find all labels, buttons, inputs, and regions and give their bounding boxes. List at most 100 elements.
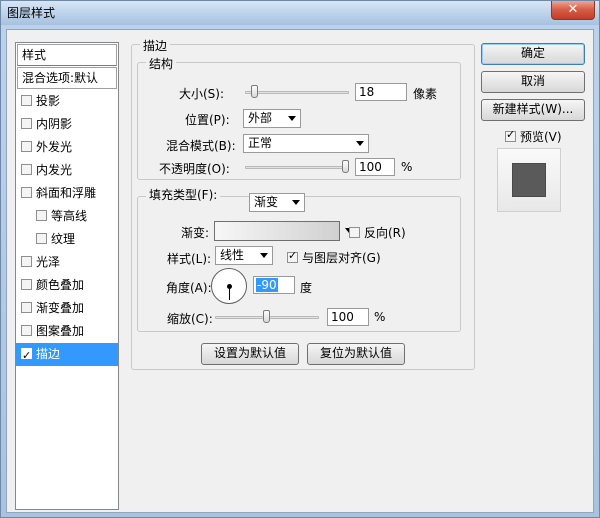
style-item-checkbox[interactable] xyxy=(21,345,32,367)
reverse-checkbox-box[interactable] xyxy=(349,227,360,238)
opacity-slider[interactable] xyxy=(245,166,349,169)
style-item-checkbox[interactable] xyxy=(21,95,32,106)
style-item-checkbox[interactable] xyxy=(21,256,32,267)
size-slider[interactable] xyxy=(245,91,349,94)
scale-input[interactable]: 100 xyxy=(327,308,369,326)
chevron-down-icon xyxy=(356,141,364,146)
angle-label: 角度(A): xyxy=(166,281,212,295)
blend-mode-select[interactable]: 正常 xyxy=(243,134,369,153)
reset-default-button[interactable]: 复位为默认值 xyxy=(307,343,405,365)
style-list-item[interactable]: 图案叠加 xyxy=(16,320,118,343)
close-button[interactable]: ✕ xyxy=(551,1,595,20)
stroke-group-title: 描边 xyxy=(140,37,171,54)
style-item-checkbox[interactable] xyxy=(36,210,47,221)
style-list-item[interactable]: 渐变叠加 xyxy=(16,297,118,320)
title-bar[interactable]: 图层样式 ✕ xyxy=(1,1,599,25)
new-style-button[interactable]: 新建样式(W)... xyxy=(481,99,585,121)
position-value: 外部 xyxy=(248,111,273,125)
style-item-checkbox[interactable] xyxy=(21,164,32,175)
style-item-label: 颜色叠加 xyxy=(36,278,85,292)
style-list-item[interactable]: 内发光 xyxy=(16,159,118,182)
cancel-button[interactable]: 取消 xyxy=(481,71,585,93)
angle-input[interactable]: -90 xyxy=(253,276,295,294)
scale-unit: % xyxy=(374,310,386,324)
close-icon: ✕ xyxy=(567,2,579,17)
style-item-checkbox[interactable] xyxy=(21,279,32,290)
position-label: 位置(P): xyxy=(185,113,230,127)
scale-slider-thumb[interactable] xyxy=(263,310,270,323)
style-item-label: 斜面和浮雕 xyxy=(36,186,97,200)
preview-checkbox[interactable]: 预览(V) xyxy=(505,128,562,145)
blend-mode-value: 正常 xyxy=(248,136,273,150)
scale-label: 缩放(C): xyxy=(167,312,213,326)
style-item-label: 渐变叠加 xyxy=(36,301,85,315)
size-unit: 像素 xyxy=(413,87,438,101)
style-list: 样式 混合选项:默认 投影内阴影外发光内发光斜面和浮雕等高线纹理光泽颜色叠加渐变… xyxy=(15,42,119,510)
style-list-item[interactable]: 内阴影 xyxy=(16,113,118,136)
style-list-header[interactable]: 样式 xyxy=(17,44,117,66)
style-list-item[interactable]: 投影 xyxy=(16,90,118,113)
ok-button[interactable]: 确定 xyxy=(481,43,585,65)
style-item-checkbox[interactable] xyxy=(36,233,47,244)
opacity-slider-thumb[interactable] xyxy=(342,160,349,173)
reverse-label: 反向(R) xyxy=(364,226,406,240)
style-list-item[interactable]: 描边 xyxy=(16,343,118,367)
angle-dial[interactable] xyxy=(211,268,247,304)
opacity-label: 不透明度(O): xyxy=(159,162,230,176)
preview-label: 预览(V) xyxy=(520,130,562,144)
chevron-down-icon xyxy=(260,253,268,258)
size-input[interactable]: 18 xyxy=(355,83,407,101)
angle-unit: 度 xyxy=(300,281,313,295)
style-list-item[interactable]: 纹理 xyxy=(16,228,118,251)
style-item-checkbox[interactable] xyxy=(21,118,32,129)
style-item-checkbox[interactable] xyxy=(21,141,32,152)
style-list-item[interactable]: 等高线 xyxy=(16,205,118,228)
style-item-checkbox[interactable] xyxy=(21,187,32,198)
style-label: 样式(L): xyxy=(167,252,212,266)
align-with-layer-checkbox[interactable]: 与图层对齐(G) xyxy=(287,249,381,266)
style-item-checkbox[interactable] xyxy=(21,302,32,313)
opacity-input[interactable]: 100 xyxy=(355,158,395,176)
size-label: 大小(S): xyxy=(179,87,225,101)
style-item-label: 外发光 xyxy=(36,140,73,154)
style-preview xyxy=(497,148,561,212)
style-item-checkbox[interactable] xyxy=(21,325,32,336)
fill-type-select[interactable]: 渐变 xyxy=(249,193,305,212)
gradient-label: 渐变: xyxy=(181,226,210,240)
position-select[interactable]: 外部 xyxy=(243,109,301,128)
align-checkbox-box[interactable] xyxy=(287,249,298,263)
blend-options-item[interactable]: 混合选项:默认 xyxy=(17,67,117,89)
style-select[interactable]: 线性 xyxy=(215,246,273,265)
angle-value: -90 xyxy=(256,278,278,292)
style-items: 投影内阴影外发光内发光斜面和浮雕等高线纹理光泽颜色叠加渐变叠加图案叠加描边 xyxy=(16,90,118,367)
gradient-picker[interactable] xyxy=(214,221,353,241)
style-list-item[interactable]: 外发光 xyxy=(16,136,118,159)
style-preview-swatch xyxy=(512,163,546,197)
style-item-label: 描边 xyxy=(36,347,61,361)
style-item-label: 内发光 xyxy=(36,163,73,177)
preview-checkbox-box[interactable] xyxy=(505,128,516,142)
style-list-item[interactable]: 颜色叠加 xyxy=(16,274,118,297)
style-list-item[interactable]: 光泽 xyxy=(16,251,118,274)
style-item-label: 纹理 xyxy=(51,232,76,246)
size-slider-thumb[interactable] xyxy=(250,85,258,98)
style-item-label: 等高线 xyxy=(51,209,88,223)
reverse-checkbox[interactable]: 反向(R) xyxy=(349,224,406,241)
style-item-label: 投影 xyxy=(36,94,61,108)
style-list-item[interactable]: 斜面和浮雕 xyxy=(16,182,118,205)
chevron-down-icon xyxy=(292,200,300,205)
layer-style-dialog: 图层样式 ✕ 样式 混合选项:默认 投影内阴影外发光内发光斜面和浮雕等高线纹理光… xyxy=(0,0,600,518)
chevron-down-icon xyxy=(288,116,296,121)
window-title: 图层样式 xyxy=(7,6,56,20)
set-default-button[interactable]: 设置为默认值 xyxy=(201,343,299,365)
align-label: 与图层对齐(G) xyxy=(302,251,381,265)
style-item-label: 光泽 xyxy=(36,255,61,269)
style-item-label: 图案叠加 xyxy=(36,324,85,338)
fill-type-value: 渐变 xyxy=(254,195,279,209)
style-item-label: 内阴影 xyxy=(36,117,73,131)
style-value: 线性 xyxy=(220,248,245,262)
blend-mode-label: 混合模式(B): xyxy=(166,139,236,153)
structure-group-title: 结构 xyxy=(146,55,177,72)
fill-type-label: 填充类型(F): xyxy=(149,188,218,202)
angle-center-dot xyxy=(227,284,232,289)
